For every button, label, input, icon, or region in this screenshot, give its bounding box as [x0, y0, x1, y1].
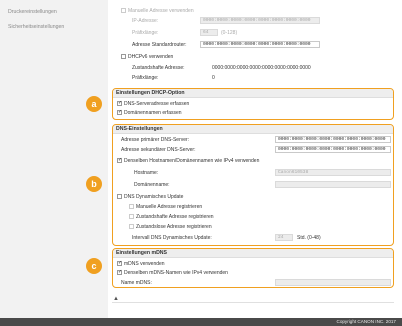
mdns-same-name-checkbox[interactable]: ✓	[117, 270, 122, 275]
stateless-register-checkbox[interactable]	[129, 224, 134, 229]
sidebar-item-printer-settings[interactable]: Druckereinstellungen	[8, 9, 57, 15]
manual-address-checkbox[interactable]	[121, 8, 126, 13]
default-router-label: Adresse Standardrouter:	[132, 42, 187, 48]
dns-settings-title: DNS-Einstellungen	[113, 125, 393, 134]
mdns-name-field[interactable]	[275, 279, 391, 286]
dns-server-capture-checkbox[interactable]: ✓	[117, 101, 122, 106]
ip-address-field[interactable]: 0000:0000:0000:0000:0000:0000:0000:0000	[200, 17, 320, 24]
default-router-field[interactable]: 0000:0000:0000:0000:0000:0000:0000:0000	[200, 41, 320, 48]
dns-dynamic-update-checkbox[interactable]	[117, 194, 122, 199]
dns-server-capture-label: DNS-Serveradresse erfassen	[124, 101, 190, 107]
mdns-use-label: mDNS verwenden	[124, 261, 165, 267]
manual-register-label: Manuelle Adresse registrieren	[136, 204, 203, 210]
stateful-register-checkbox[interactable]	[129, 214, 134, 219]
domain-name-capture-checkbox[interactable]: ✓	[117, 110, 122, 115]
secondary-dns-field[interactable]: 0000:0000:0000:0000:0000:0000:0000:0000	[275, 146, 391, 153]
prefix-length-label: Präfixlänge:	[132, 30, 159, 36]
stateless-register-label: Zustandslose Adresse registrieren	[136, 224, 212, 230]
callout-badge-b: b	[86, 176, 102, 192]
hostname-field[interactable]: Canon610538	[275, 169, 391, 176]
domain-name-capture-label: Domänennamen erfassen	[124, 110, 182, 116]
prefix-length-field[interactable]: 64	[200, 29, 218, 36]
interval-label: Intervall DNS Dynamisches Update:	[132, 235, 212, 241]
primary-dns-label: Adresse primärer DNS-Server:	[121, 137, 190, 143]
stateful-register-label: Zustandshafte Adresse registrieren	[136, 214, 214, 220]
dhcp-option-title: Einstellungen DHCP-Option	[113, 89, 393, 98]
same-hostname-label: Denselben Hostnamen/Domänennamen wie IPv…	[124, 158, 260, 164]
callout-badge-c: c	[86, 258, 102, 274]
stateful-address-label: Zustandshafte Adresse:	[132, 65, 185, 71]
manual-address-label: Manuelle Adresse verwenden	[128, 8, 194, 14]
sidebar-item-security-settings[interactable]: Sicherheitseinstellungen	[8, 24, 64, 30]
mdns-same-name-label: Denselben mDNS-Namen wie IPv4 verwenden	[124, 270, 228, 276]
mdns-title: Einstellungen mDNS	[113, 249, 393, 258]
interval-unit-label: Std. (0-48)	[297, 235, 321, 241]
domain-name-field[interactable]	[275, 181, 391, 188]
interval-field[interactable]: 24	[275, 234, 293, 241]
copyright-text: Copyright CANON INC. 2017	[336, 319, 397, 324]
domain-name-label: Domänenname:	[134, 182, 170, 188]
footer: Copyright CANON INC. 2017	[0, 318, 402, 326]
dhcpv6-label: DHCPv6 verwenden	[128, 54, 174, 60]
bottom-divider	[112, 302, 394, 303]
dhcpv6-checkbox[interactable]	[121, 54, 126, 59]
prefix-length-2-value: 0	[212, 75, 215, 81]
prefix-length-2-label: Präfixlänge:	[132, 75, 159, 81]
same-hostname-checkbox[interactable]: ✓	[117, 158, 122, 163]
stateful-address-value: 0000:0000:0000:0000:0000:0000:0000:0000	[212, 65, 311, 71]
ip-address-label: IP-Adresse:	[132, 18, 159, 24]
mdns-name-label: Name mDNS:	[121, 280, 152, 286]
primary-dns-field[interactable]: 0000:0000:0000:0000:0000:0000:0000:0000	[275, 136, 391, 143]
dns-dynamic-update-label: DNS Dynamisches Update	[124, 194, 184, 200]
prefix-range-label: (0-128)	[221, 30, 238, 36]
mdns-use-checkbox[interactable]: ✓	[117, 261, 122, 266]
manual-register-checkbox[interactable]	[129, 204, 134, 209]
hostname-label: Hostname:	[134, 170, 159, 176]
secondary-dns-label: Adresse sekundärer DNS-Server:	[121, 147, 196, 153]
callout-badge-a: a	[86, 96, 102, 112]
